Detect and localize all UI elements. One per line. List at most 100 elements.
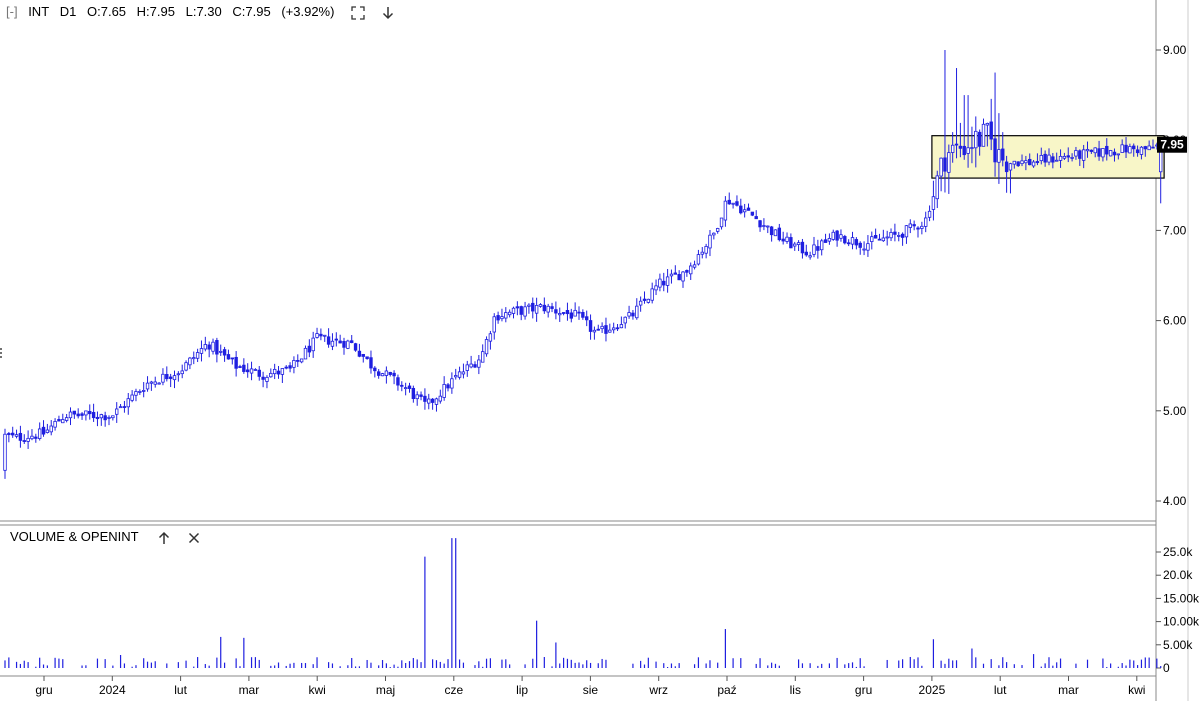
candle-body xyxy=(873,235,878,239)
volume-axis: 0 5.00k 10.00k 15.00k 20.0k 25.0k xyxy=(1156,545,1200,675)
candle-body xyxy=(276,370,281,375)
candle-body xyxy=(504,312,508,319)
candle-body xyxy=(739,205,743,214)
candle-body xyxy=(673,272,678,275)
candle-body xyxy=(800,241,805,254)
candle-body xyxy=(793,243,797,247)
candle-body xyxy=(396,377,400,386)
candle-body xyxy=(515,306,520,309)
candle-body xyxy=(789,237,793,249)
candle-body xyxy=(149,381,154,384)
candle-body xyxy=(138,391,142,393)
price-tick-label: 7.00 xyxy=(1163,223,1187,237)
candle-body xyxy=(1047,154,1051,163)
candle-body xyxy=(265,376,269,382)
candle-body xyxy=(446,384,450,389)
candle-body xyxy=(615,327,620,330)
candle-body xyxy=(238,366,242,368)
candle-body xyxy=(88,410,92,415)
candle-body xyxy=(977,131,982,147)
candle-body xyxy=(642,298,647,301)
candle-body xyxy=(14,434,19,437)
candle-body xyxy=(103,415,107,421)
candle-body xyxy=(115,408,119,415)
candle-body xyxy=(111,415,115,419)
candle-body xyxy=(211,341,215,352)
candle-body xyxy=(785,236,789,242)
candle-body xyxy=(677,274,681,281)
candle-body xyxy=(727,199,731,205)
candle-body xyxy=(681,271,685,282)
candle-body xyxy=(118,406,123,409)
candle-body xyxy=(558,313,562,316)
candle-body xyxy=(1016,161,1020,167)
time-axis: gru 2024 lut mar kwi maj cze lip sie wrz paź lis gru… xyxy=(35,676,1145,697)
candle-body xyxy=(577,311,581,314)
candle-body xyxy=(1116,153,1121,156)
candle-body xyxy=(1008,163,1013,171)
candle-body xyxy=(192,357,196,360)
candle-body xyxy=(669,273,674,277)
candle-body xyxy=(924,217,928,227)
candle-body xyxy=(885,236,889,239)
candle-body xyxy=(962,145,966,156)
candle-body xyxy=(650,288,654,301)
candle-body xyxy=(704,246,708,254)
candle-body xyxy=(107,416,111,419)
candle-body xyxy=(203,344,208,350)
candle-body xyxy=(1004,161,1009,173)
candle-body xyxy=(1024,160,1028,164)
volume-tick-label: 15.00k xyxy=(1163,591,1200,605)
price-tick-label: 6.00 xyxy=(1163,314,1187,328)
chart-canvas: 4.005.006.007.008.009.00 05.00k10.00k15.… xyxy=(0,0,1200,701)
candle-body xyxy=(423,395,427,402)
candle-body xyxy=(646,298,651,303)
side-handle[interactable] xyxy=(0,348,2,358)
candle-body xyxy=(280,368,285,375)
candle-body xyxy=(388,371,392,375)
candle-body xyxy=(1093,147,1097,154)
volume-tick-label: 25.0k xyxy=(1163,545,1193,559)
candle-body xyxy=(708,234,712,249)
candle-body xyxy=(369,357,373,369)
candle-body xyxy=(172,375,177,381)
candle-body xyxy=(804,251,808,256)
candle-body xyxy=(1135,149,1140,154)
candle-body xyxy=(165,374,169,380)
candle-body xyxy=(527,304,531,307)
candle-body xyxy=(496,315,500,321)
candle-body xyxy=(353,343,358,351)
candle-body xyxy=(1043,153,1047,163)
candle-body xyxy=(893,231,897,235)
candle-body xyxy=(134,391,138,396)
candle-body xyxy=(781,238,785,242)
candle-body xyxy=(403,387,408,390)
candle-body xyxy=(762,225,766,227)
candle-body xyxy=(454,375,458,378)
candle-body xyxy=(319,333,323,337)
candle-body xyxy=(950,144,955,153)
candle-body xyxy=(835,230,839,241)
candle-body xyxy=(912,224,916,227)
candle-body xyxy=(1078,150,1082,159)
candle-body xyxy=(1089,149,1094,152)
time-tick-label: kwi xyxy=(309,683,326,697)
time-tick-label: maj xyxy=(376,683,395,697)
candle-body xyxy=(272,368,277,375)
candle-body xyxy=(989,121,993,140)
candle-body xyxy=(920,225,924,229)
candle-body xyxy=(323,334,327,337)
candle-body xyxy=(176,373,181,376)
candle-body xyxy=(1039,154,1043,162)
candle-body xyxy=(997,149,1001,163)
price-axis: 4.005.006.007.008.009.00 xyxy=(1156,43,1187,508)
candle-body xyxy=(966,147,970,154)
candle-body xyxy=(392,372,396,377)
candle-body xyxy=(1070,156,1074,159)
candle-body xyxy=(284,366,288,369)
price-tick-label: 4.00 xyxy=(1163,494,1187,508)
candle-body xyxy=(334,338,339,341)
candle-body xyxy=(1124,144,1128,153)
candle-body xyxy=(623,316,627,324)
candle-body xyxy=(881,237,886,242)
